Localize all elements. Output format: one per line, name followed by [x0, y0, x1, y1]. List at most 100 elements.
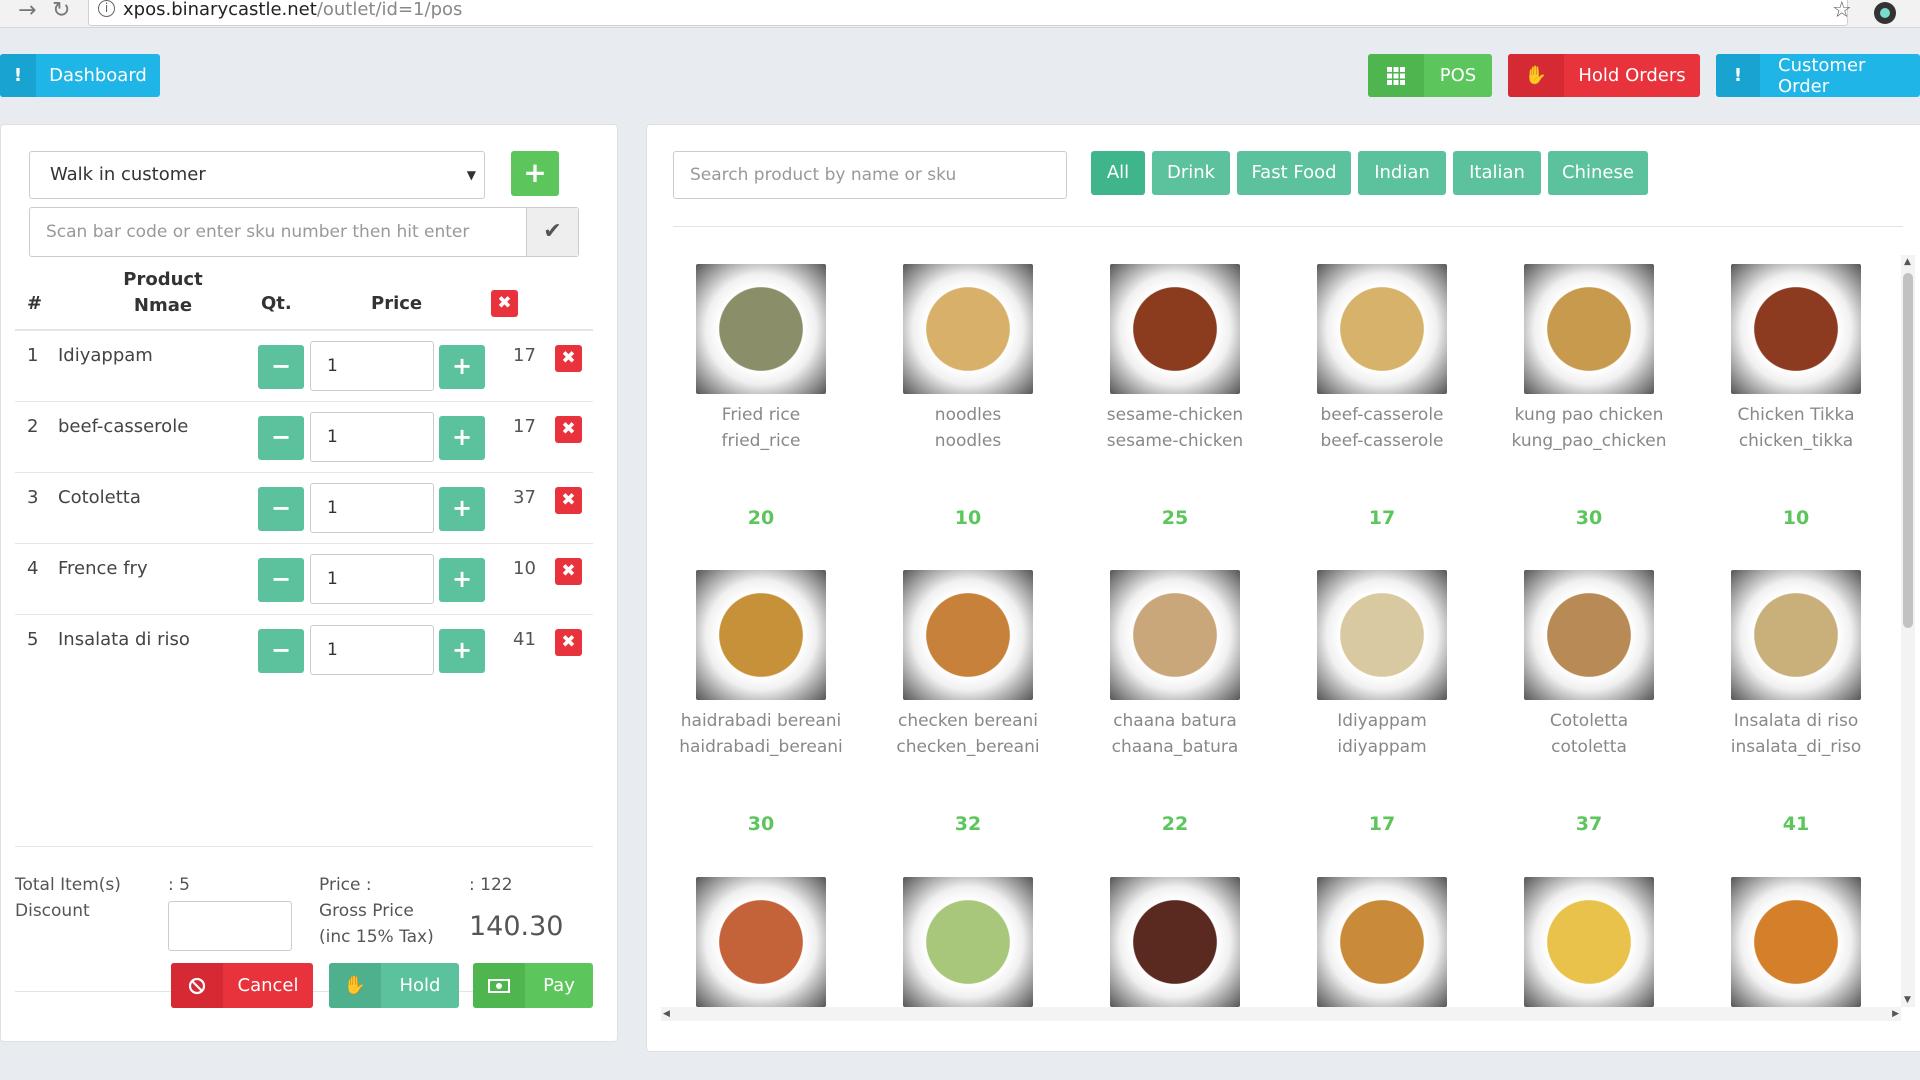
product-card[interactable]: Idiyappam idiyappam 17	[1282, 570, 1482, 835]
qty-input[interactable]: 1	[310, 412, 434, 462]
product-image[interactable]	[1110, 877, 1240, 1007]
product-card[interactable]: Fried rice fried_rice 20	[661, 264, 861, 529]
product-image[interactable]	[1731, 877, 1861, 1007]
product-name: Insalata di riso	[1733, 711, 1859, 731]
scroll-left-icon[interactable]: ◀	[663, 1007, 670, 1021]
dashboard-button[interactable]: ! Dashboard	[0, 54, 160, 97]
url-input[interactable]: i xpos.binarycastle.net/outlet/id=1/pos	[88, 0, 1848, 26]
remove-item-button[interactable]: ✖	[555, 345, 582, 372]
product-image[interactable]	[1524, 570, 1654, 700]
product-card[interactable]	[1075, 877, 1275, 1007]
product-image[interactable]	[903, 877, 1033, 1007]
forward-icon[interactable]: →	[18, 0, 36, 22]
increase-qty-button[interactable]: +	[439, 345, 485, 389]
product-image[interactable]	[696, 570, 826, 700]
remove-item-button[interactable]: ✖	[555, 629, 582, 656]
product-image[interactable]	[696, 264, 826, 394]
product-card[interactable]: Cotoletta cotoletta 37	[1489, 570, 1689, 835]
product-search-placeholder: Search product by name or sku	[690, 165, 957, 185]
product-card[interactable]: beef-casserole beef-casserole 17	[1282, 264, 1482, 529]
product-card[interactable]: noodles noodles 10	[868, 264, 1068, 529]
increase-qty-button[interactable]: +	[439, 629, 485, 673]
scroll-down-icon[interactable]: ▼	[1904, 995, 1911, 1005]
category-tab-chinese[interactable]: Chinese	[1548, 151, 1648, 195]
extension-icon[interactable]	[1874, 2, 1896, 24]
product-image[interactable]	[1524, 264, 1654, 394]
pay-button[interactable]: Pay	[473, 963, 593, 1008]
col-product-header: Product Nmae	[123, 269, 203, 316]
qty-input[interactable]: 1	[310, 625, 434, 675]
product-image[interactable]	[1317, 877, 1447, 1007]
decrease-qty-button[interactable]: −	[258, 487, 304, 531]
cancel-button[interactable]: Cancel	[171, 963, 313, 1008]
product-image[interactable]	[1731, 264, 1861, 394]
category-tab-all[interactable]: All	[1091, 151, 1145, 195]
barcode-scan-input[interactable]: Scan bar code or enter sku number then h…	[29, 207, 579, 257]
product-card[interactable]: Insalata di riso insalata_di_riso 41	[1696, 570, 1896, 835]
bookmark-star-icon[interactable]: ☆	[1832, 0, 1852, 22]
decrease-qty-button[interactable]: −	[258, 416, 304, 460]
product-card[interactable]: checken bereani checken_bereani 32	[868, 570, 1068, 835]
check-icon[interactable]: ✔	[526, 208, 578, 256]
product-search-input[interactable]: Search product by name or sku	[673, 151, 1067, 199]
customer-order-button[interactable]: ! Customer Order	[1716, 54, 1920, 97]
decrease-qty-button[interactable]: −	[258, 345, 304, 389]
remove-item-button[interactable]: ✖	[555, 558, 582, 585]
product-image[interactable]	[1110, 570, 1240, 700]
product-card[interactable]: kung pao chicken kung_pao_chicken 30	[1489, 264, 1689, 529]
category-tab-italian[interactable]: Italian	[1453, 151, 1541, 195]
product-image[interactable]	[1110, 264, 1240, 394]
summary-divider	[15, 846, 593, 847]
product-card[interactable]: haidrabadi bereani haidrabadi_bereani 30	[661, 570, 861, 835]
decrease-qty-button[interactable]: −	[258, 558, 304, 602]
qty-input[interactable]: 1	[310, 341, 434, 391]
product-card[interactable]	[1489, 877, 1689, 1007]
hold-button[interactable]: ✋ Hold	[329, 963, 459, 1008]
cancel-label: Cancel	[237, 975, 299, 996]
qty-input[interactable]: 1	[310, 554, 434, 604]
product-card[interactable]	[661, 877, 861, 1007]
product-image[interactable]	[903, 570, 1033, 700]
cart-panel: Walk in customer ▼ + Scan bar code or en…	[0, 124, 618, 1042]
qty-input[interactable]: 1	[310, 483, 434, 533]
scroll-right-icon[interactable]: ▶	[1892, 1007, 1899, 1021]
category-tab-fast-food[interactable]: Fast Food	[1237, 151, 1351, 195]
horizontal-scrollbar[interactable]: ◀ ▶	[661, 1007, 1901, 1021]
product-card[interactable]: sesame-chicken sesame-chicken 25	[1075, 264, 1275, 529]
total-items-label: Total Item(s)	[15, 875, 121, 895]
category-tab-indian[interactable]: Indian	[1358, 151, 1446, 195]
product-image[interactable]	[1317, 570, 1447, 700]
product-card[interactable]	[868, 877, 1068, 1007]
product-image[interactable]	[1317, 264, 1447, 394]
product-image[interactable]	[1524, 877, 1654, 1007]
remove-item-button[interactable]: ✖	[555, 487, 582, 514]
scroll-up-icon[interactable]: ▲	[1904, 257, 1911, 267]
pos-button[interactable]: POS	[1368, 54, 1492, 97]
product-card[interactable]	[1282, 877, 1482, 1007]
product-image[interactable]	[1731, 570, 1861, 700]
product-card[interactable]: Chicken Tikka chicken_tikka 10	[1696, 264, 1896, 529]
product-image[interactable]	[696, 877, 826, 1007]
category-tab-drink[interactable]: Drink	[1152, 151, 1230, 195]
reload-icon[interactable]: ↻	[52, 0, 70, 22]
remove-item-button[interactable]: ✖	[555, 416, 582, 443]
increase-qty-button[interactable]: +	[439, 416, 485, 460]
info-icon[interactable]: i	[98, 0, 115, 17]
product-card[interactable]: chaana batura chaana_batura 22	[1075, 570, 1275, 835]
clear-cart-button[interactable]: ✖	[491, 290, 518, 317]
product-card[interactable]	[1696, 877, 1896, 1007]
scrollbar-thumb[interactable]	[1903, 273, 1913, 628]
product-sku: haidrabadi_bereani	[679, 737, 843, 757]
product-label: sesame-chicken sesame-chicken	[1075, 402, 1275, 454]
product-name: kung pao chicken	[1514, 405, 1664, 425]
increase-qty-button[interactable]: +	[439, 487, 485, 531]
discount-input[interactable]	[168, 901, 292, 951]
add-customer-button[interactable]: +	[511, 151, 559, 196]
product-image[interactable]	[903, 264, 1033, 394]
decrease-qty-button[interactable]: −	[258, 629, 304, 673]
cart-row-price: 17	[513, 416, 536, 437]
hold-orders-button[interactable]: ✋ Hold Orders	[1508, 54, 1700, 97]
increase-qty-button[interactable]: +	[439, 558, 485, 602]
customer-select[interactable]: Walk in customer ▼	[29, 151, 485, 199]
vertical-scrollbar[interactable]: ▲ ▼	[1901, 255, 1915, 1007]
